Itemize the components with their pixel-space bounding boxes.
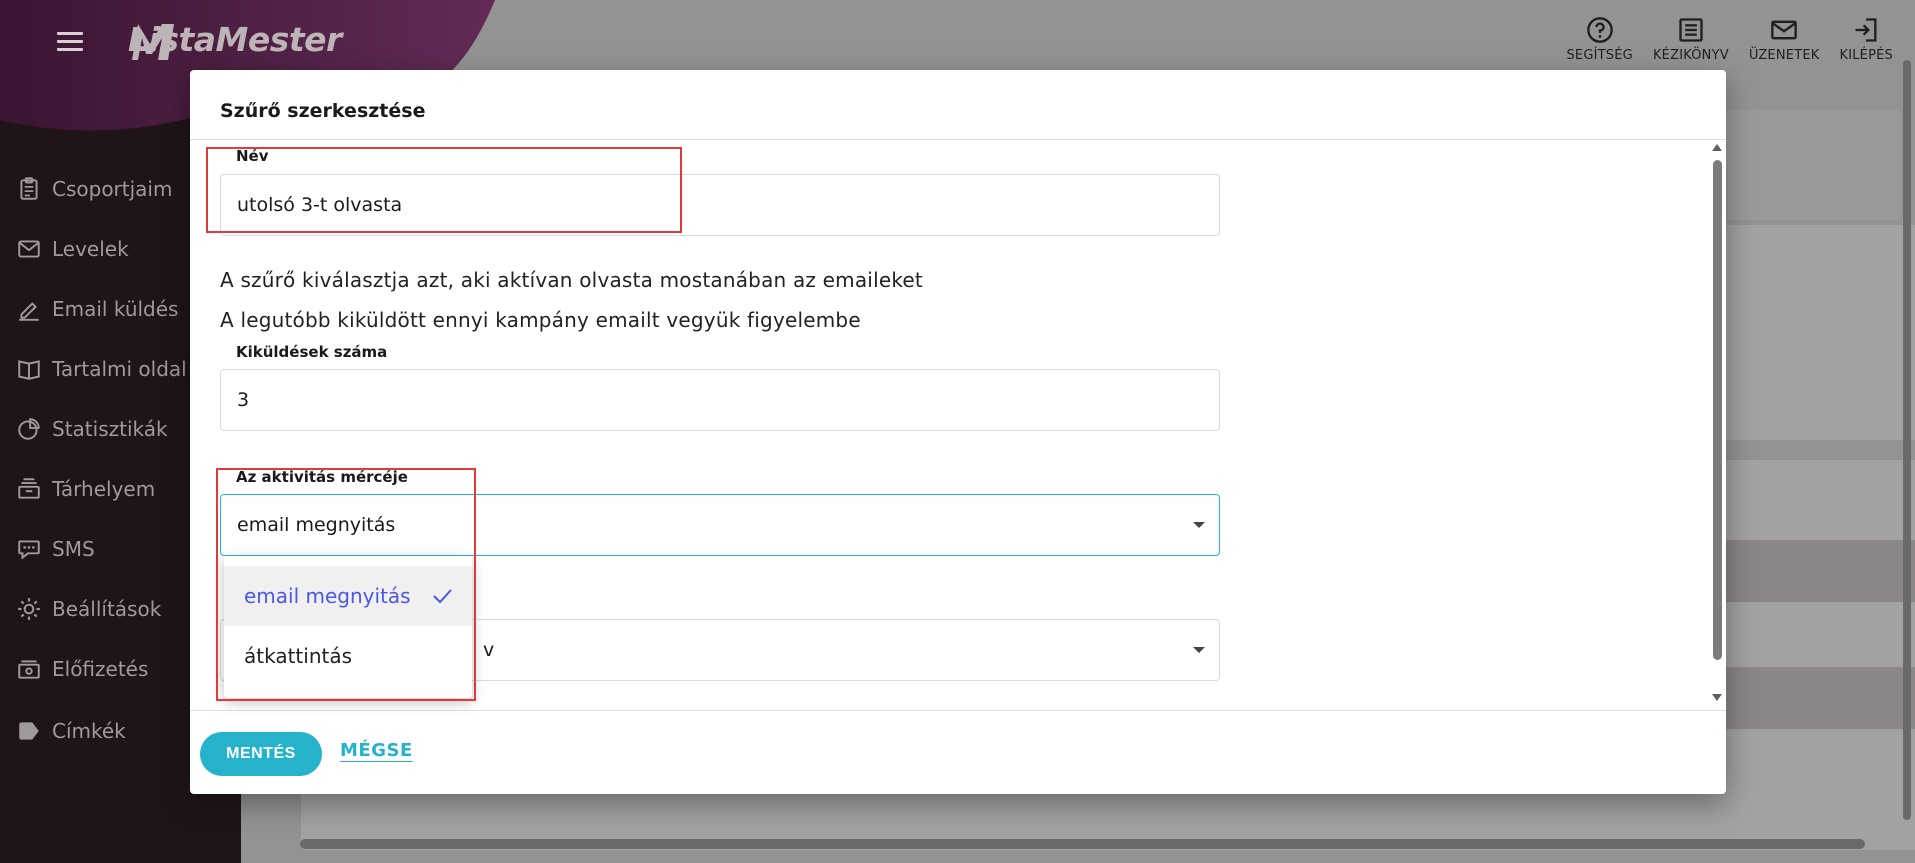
sidebar-item-sms[interactable]: SMS <box>16 536 95 562</box>
activity-measure-value: email megnyitás <box>237 514 396 536</box>
sidebar-item-label: Email küldés <box>52 297 179 321</box>
chevron-down-icon <box>1193 647 1205 653</box>
sidebar-item-label: Előfizetés <box>52 657 149 681</box>
campaign-count-description: A legutóbb kiküldött ennyi kampány email… <box>220 308 861 332</box>
manual-icon <box>1679 18 1703 42</box>
secondary-select-value: v <box>483 639 495 661</box>
filter-description: A szűrő kiválasztja azt, aki aktívan olv… <box>220 268 923 292</box>
activity-measure-dropdown: email megnyitás átkattintás <box>224 556 472 698</box>
logout-button[interactable]: KILÉPÉS <box>1839 16 1893 63</box>
clipboard-icon <box>20 177 38 200</box>
scroll-up-arrow-icon[interactable] <box>1712 144 1722 151</box>
page-horizontal-scrollbar[interactable] <box>300 839 1865 849</box>
help-label: SEGÍTSÉG <box>1566 48 1633 63</box>
chevron-down-icon <box>1193 522 1205 528</box>
sidebar-item-label: Levelek <box>52 237 129 261</box>
check-icon <box>433 589 452 604</box>
sidebar-item-csoportjaim[interactable]: Csoportjaim <box>16 176 172 202</box>
sidebar-item-elofizetes[interactable]: Előfizetés <box>16 656 148 682</box>
sidebar-item-tarhelyem[interactable]: Tárhelyem <box>16 476 155 502</box>
count-field[interactable]: 3 <box>220 369 1220 431</box>
sidebar-item-statisztikak[interactable]: Statisztikák <box>16 416 168 442</box>
tag-icon <box>19 722 39 740</box>
envelope-icon <box>18 240 40 258</box>
divider <box>190 710 1726 711</box>
divider <box>190 139 1726 140</box>
measure-field-label: Az aktivitás mércéje <box>236 468 408 486</box>
sidebar-item-label: Beállítások <box>52 597 162 621</box>
manual-label: KÉZIKÖNYV <box>1652 48 1729 63</box>
gear-icon <box>18 598 40 620</box>
count-field-label: Kiküldések száma <box>236 343 388 361</box>
sidebar-item-beallitasok[interactable]: Beállítások <box>16 596 161 622</box>
mail-icon <box>1771 20 1797 40</box>
option-email-megnyitas[interactable]: email megnyitás <box>224 566 472 626</box>
messages-label: ÜZENETEK <box>1748 48 1820 63</box>
chat-icon <box>18 540 40 560</box>
activity-measure-select[interactable]: email megnyitás <box>220 494 1220 556</box>
book-icon <box>18 360 40 380</box>
money-icon <box>18 660 40 679</box>
page-vertical-scrollbar[interactable] <box>1903 60 1911 820</box>
sidebar-item-label: Csoportjaim <box>52 177 173 201</box>
help-icon <box>1586 17 1613 43</box>
hamburger-menu-icon[interactable] <box>57 32 83 54</box>
name-field[interactable]: utolsó 3-t olvasta <box>220 174 1220 236</box>
top-actions: SEGÍTSÉG KÉZIKÖNYV ÜZENETEK KILÉPÉS <box>1566 16 1893 63</box>
name-field-label: Név <box>236 147 269 165</box>
dialog-scrollbar-thumb[interactable] <box>1713 160 1722 660</box>
save-button[interactable]: MENTÉS <box>200 732 322 776</box>
sidebar-item-cimkek[interactable]: Címkék <box>16 718 126 744</box>
sidebar-item-label: SMS <box>52 537 95 561</box>
pen-icon <box>19 302 39 321</box>
option-label: átkattintás <box>244 644 353 668</box>
messages-button[interactable]: ÜZENETEK <box>1749 16 1820 63</box>
sidebar-item-tartalmi-oldal[interactable]: Tartalmi oldal <box>16 356 187 382</box>
archive-icon <box>18 478 40 499</box>
sidebar-item-levelek[interactable]: Levelek <box>16 236 129 262</box>
sidebar-item-email-kuldes[interactable]: Email küldés <box>16 296 178 322</box>
option-label: email megnyitás <box>244 584 411 608</box>
manual-button[interactable]: KÉZIKÖNYV <box>1653 16 1729 63</box>
sidebar-item-label: Címkék <box>52 719 126 743</box>
count-field-value: 3 <box>237 389 250 411</box>
logo[interactable]: ListaMester <box>128 20 342 60</box>
logo-mark-icon <box>132 24 174 60</box>
name-field-value: utolsó 3-t olvasta <box>237 194 403 216</box>
pie-chart-icon <box>18 418 40 440</box>
sidebar-item-label: Tartalmi oldal <box>52 357 187 381</box>
help-button[interactable]: SEGÍTSÉG <box>1566 16 1633 63</box>
sidebar-item-label: Statisztikák <box>52 417 168 441</box>
logout-icon <box>1855 18 1877 42</box>
dialog-title: Szűrő szerkesztése <box>220 100 426 122</box>
option-atkattintas[interactable]: átkattintás <box>224 626 472 686</box>
filter-edit-dialog: Szűrő szerkesztése Név utolsó 3-t olvast… <box>190 70 1726 794</box>
cancel-button[interactable]: MÉGSE <box>340 740 413 761</box>
scroll-down-arrow-icon[interactable] <box>1712 694 1722 701</box>
logout-label: KILÉPÉS <box>1839 48 1893 63</box>
sidebar-item-label: Tárhelyem <box>52 477 156 501</box>
